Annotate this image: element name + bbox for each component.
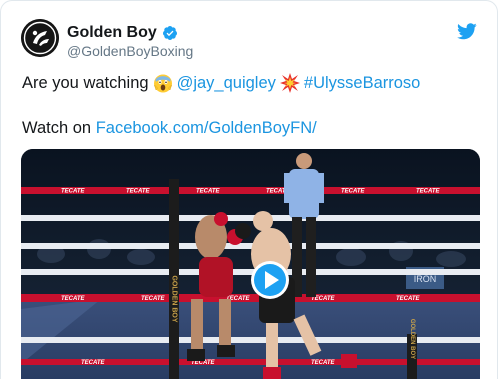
avatar[interactable] — [21, 19, 59, 57]
video-player[interactable]: IRON TECATE TECATE TECATE TECATE TECATE … — [21, 149, 480, 379]
play-icon — [251, 261, 289, 299]
tweet-text: Are you watching — [22, 74, 149, 92]
svg-text:TECATE: TECATE — [196, 189, 221, 195]
svg-text:TECATE: TECATE — [126, 189, 151, 195]
account-handle[interactable]: @GoldenBoyBoxing — [67, 43, 193, 59]
corner-pad-right-text: GOLDEN BOY — [409, 319, 415, 359]
tweet-text-line-1: Are you watching @jay_quigley #UlysseBar… — [22, 71, 420, 95]
svg-text:TECATE: TECATE — [61, 189, 86, 195]
svg-text:TECATE: TECATE — [311, 360, 336, 366]
watch-text: Watch on — [22, 119, 92, 137]
name-row: Golden Boy — [67, 22, 178, 44]
svg-text:TECATE: TECATE — [61, 296, 86, 302]
iron-sign: IRON — [414, 274, 437, 284]
play-button[interactable] — [250, 260, 290, 300]
svg-text:TECATE: TECATE — [81, 360, 106, 366]
twitter-bird-icon[interactable] — [457, 23, 477, 40]
embedded-tweet-card[interactable]: Golden Boy @GoldenBoyBoxing Are you watc… — [0, 0, 498, 379]
corner-pad-text: GOLDEN BOY — [171, 275, 178, 322]
svg-text:TECATE: TECATE — [141, 296, 166, 302]
hashtag-link[interactable]: #UlysseBarroso — [304, 71, 420, 95]
golden-boy-logo-icon — [21, 19, 59, 57]
svg-text:TECATE: TECATE — [396, 296, 421, 302]
collision-emoji-icon — [279, 73, 300, 93]
verified-badge-icon — [162, 25, 178, 41]
display-name[interactable]: Golden Boy — [67, 24, 157, 42]
facebook-link[interactable]: Facebook.com/GoldenBoyFN/ — [96, 119, 317, 137]
mention-link[interactable]: @jay_quigley — [177, 71, 276, 95]
svg-text:TECATE: TECATE — [416, 189, 441, 195]
face-screaming-in-fear-emoji-icon — [153, 73, 173, 93]
svg-text:TECATE: TECATE — [341, 189, 366, 195]
tweet-text-line-2: Watch on Facebook.com/GoldenBoyFN/ — [22, 116, 317, 140]
